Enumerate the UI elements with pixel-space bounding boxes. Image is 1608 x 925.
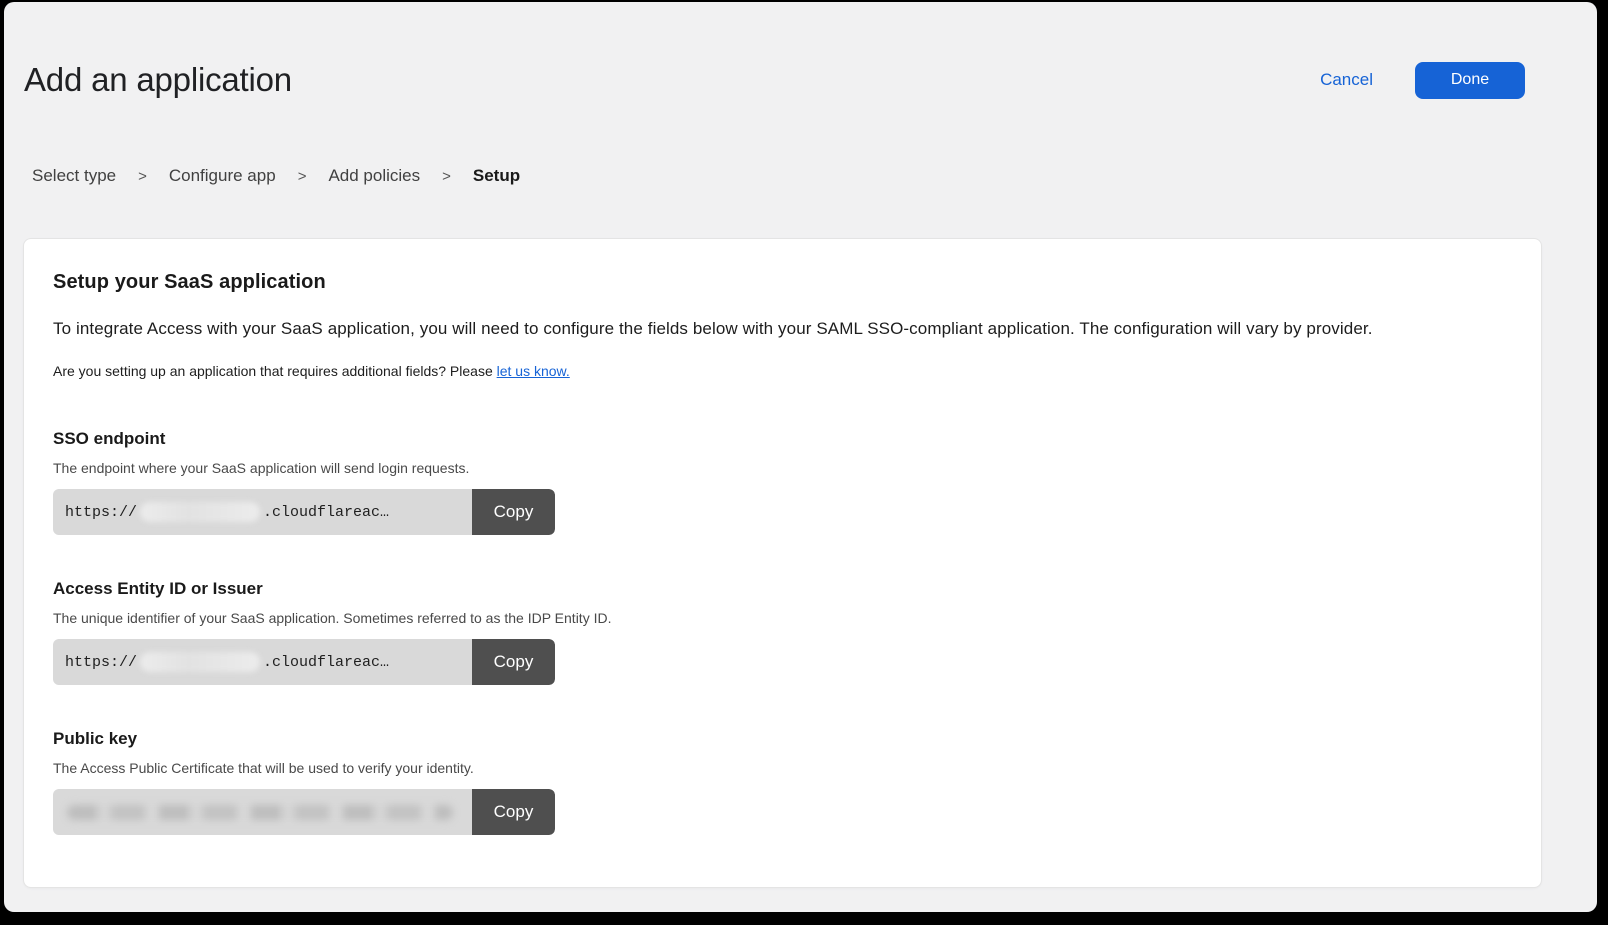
field-label: Access Entity ID or Issuer — [53, 579, 1511, 599]
redacted-value-blur — [140, 502, 260, 522]
breadcrumb: Select type > Configure app > Add polici… — [32, 166, 520, 186]
copy-public-key-button[interactable]: Copy — [472, 789, 555, 835]
copy-access-entity-id-button[interactable]: Copy — [472, 639, 555, 685]
breadcrumb-step-select-type[interactable]: Select type — [32, 166, 116, 186]
breadcrumb-separator: > — [298, 168, 307, 185]
let-us-know-link[interactable]: let us know. — [497, 363, 570, 379]
redacted-value-blur — [140, 652, 260, 672]
field-description: The unique identifier of your SaaS appli… — [53, 610, 1511, 626]
field-label: Public key — [53, 729, 1511, 749]
breadcrumb-separator: > — [138, 168, 147, 185]
access-entity-id-field: https:// .cloudflareac… Copy — [53, 639, 555, 685]
page-title: Add an application — [24, 61, 292, 99]
page-header: Add an application Cancel Done — [24, 58, 1525, 102]
cancel-button[interactable]: Cancel — [1320, 70, 1373, 90]
breadcrumb-separator: > — [442, 168, 451, 185]
breadcrumb-step-setup: Setup — [473, 166, 520, 186]
value-suffix: .cloudflareac… — [263, 504, 389, 521]
sso-endpoint-section: SSO endpoint The endpoint where your Saa… — [53, 429, 1511, 535]
done-button[interactable]: Done — [1415, 62, 1525, 99]
field-label: SSO endpoint — [53, 429, 1511, 449]
access-entity-id-value: https:// .cloudflareac… — [53, 639, 472, 685]
breadcrumb-step-add-policies[interactable]: Add policies — [328, 166, 420, 186]
value-prefix: https:// — [65, 504, 137, 521]
public-key-value — [53, 789, 472, 835]
setup-card: Setup your SaaS application To integrate… — [23, 238, 1542, 888]
card-intro-text: To integrate Access with your SaaS appli… — [53, 319, 1511, 339]
value-suffix: .cloudflareac… — [263, 654, 389, 671]
header-actions: Cancel Done — [1320, 62, 1525, 99]
card-note: Are you setting up an application that r… — [53, 363, 1511, 379]
sso-endpoint-value: https:// .cloudflareac… — [53, 489, 472, 535]
public-key-field: Copy — [53, 789, 555, 835]
public-key-section: Public key The Access Public Certificate… — [53, 729, 1511, 835]
access-entity-id-section: Access Entity ID or Issuer The unique id… — [53, 579, 1511, 685]
field-description: The Access Public Certificate that will … — [53, 760, 1511, 776]
app-window: Add an application Cancel Done Select ty… — [4, 2, 1597, 912]
value-prefix: https:// — [65, 654, 137, 671]
copy-sso-endpoint-button[interactable]: Copy — [472, 489, 555, 535]
sso-endpoint-field: https:// .cloudflareac… Copy — [53, 489, 555, 535]
breadcrumb-step-configure-app[interactable]: Configure app — [169, 166, 276, 186]
field-description: The endpoint where your SaaS application… — [53, 460, 1511, 476]
card-note-text: Are you setting up an application that r… — [53, 363, 497, 379]
redacted-value-blur — [67, 805, 453, 820]
card-title: Setup your SaaS application — [53, 271, 1511, 294]
